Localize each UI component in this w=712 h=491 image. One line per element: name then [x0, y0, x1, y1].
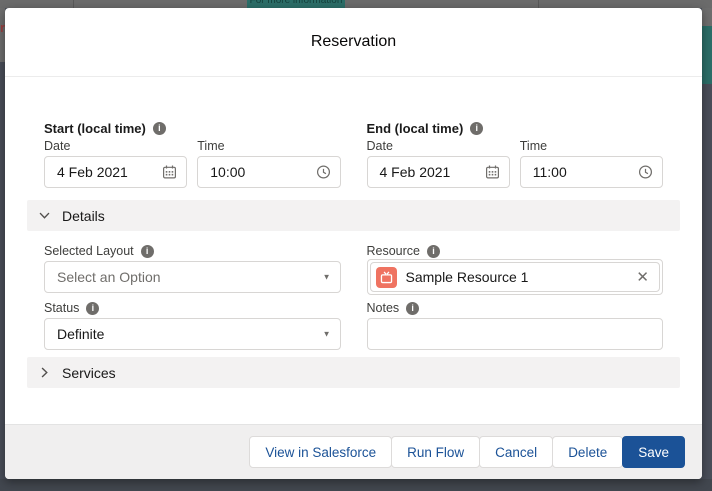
selected-layout-label-row: Selected Layout i [44, 244, 341, 258]
status-label-row: Status i [44, 301, 341, 315]
info-icon[interactable]: i [406, 302, 419, 315]
end-time-value: 11:00 [533, 164, 567, 180]
notes-input[interactable] [367, 318, 664, 350]
resource-label-row: Resource i [367, 244, 664, 258]
status-label: Status [44, 301, 79, 315]
backdrop-right-teal [702, 26, 712, 84]
end-date-value: 4 Feb 2021 [380, 164, 451, 180]
start-time-input[interactable]: 10:00 [197, 156, 340, 188]
modal-footer: View in Salesforce Run Flow Cancel Delet… [5, 424, 702, 479]
dropdown-arrow-icon: ▼ [323, 330, 331, 339]
end-time-input[interactable]: 11:00 [520, 156, 663, 188]
clock-icon[interactable] [638, 165, 653, 180]
details-section-toggle[interactable]: Details [27, 200, 680, 231]
services-section-label: Services [62, 365, 116, 381]
backdrop-divider [538, 0, 539, 8]
modal-header: Reservation [5, 8, 702, 77]
info-icon[interactable]: i [470, 122, 483, 135]
notes-label: Notes [367, 301, 400, 315]
backdrop-bottom-band [0, 479, 712, 491]
resource-field: Resource i Sample Resource 1 [367, 244, 664, 295]
resource-value: Sample Resource 1 [406, 269, 529, 285]
clear-icon[interactable]: ✕ [636, 270, 649, 285]
end-group-label: End (local time) [367, 121, 464, 136]
selected-layout-label: Selected Layout [44, 244, 134, 258]
backdrop-divider [73, 0, 74, 8]
end-group-label-row: End (local time) i [367, 121, 664, 136]
info-icon[interactable]: i [86, 302, 99, 315]
status-field: Status i Definite ▼ [44, 301, 341, 350]
start-group: Start (local time) i Date 4 Feb 2021 [44, 121, 341, 188]
start-time-label: Time [197, 139, 340, 153]
start-date-label: Date [44, 139, 187, 153]
start-date-value: 4 Feb 2021 [57, 164, 128, 180]
end-date-label: Date [367, 139, 510, 153]
status-select[interactable]: Definite ▼ [44, 318, 341, 350]
start-time-value: 10:00 [210, 164, 245, 180]
reservation-modal: Reservation Start (local time) i Date 4 … [5, 8, 702, 479]
background-info-button-label: For more information [247, 0, 345, 6]
selected-layout-value: Select an Option [57, 269, 161, 285]
backdrop-right-top [702, 8, 712, 26]
start-date-input[interactable]: 4 Feb 2021 [44, 156, 187, 188]
info-icon[interactable]: i [427, 245, 440, 258]
save-button[interactable]: Save [622, 436, 685, 468]
resource-tv-icon [376, 267, 397, 288]
info-icon[interactable]: i [153, 122, 166, 135]
status-value: Definite [57, 326, 104, 342]
services-section-toggle[interactable]: Services [27, 357, 680, 388]
details-section-label: Details [62, 208, 105, 224]
start-group-label-row: Start (local time) i [44, 121, 341, 136]
calendar-icon[interactable] [162, 165, 177, 180]
backdrop-top-band: For more information [0, 0, 712, 8]
chevron-right-icon [38, 366, 51, 379]
background-info-button: For more information [247, 0, 345, 8]
modal-title: Reservation [311, 33, 396, 51]
selected-layout-select[interactable]: Select an Option ▼ [44, 261, 341, 293]
delete-button[interactable]: Delete [552, 436, 623, 468]
cancel-button[interactable]: Cancel [479, 436, 553, 468]
selected-layout-field: Selected Layout i Select an Option ▼ [44, 244, 341, 295]
notes-label-row: Notes i [367, 301, 664, 315]
chevron-down-icon [38, 209, 51, 222]
notes-field: Notes i [367, 301, 664, 350]
dropdown-arrow-icon: ▼ [323, 273, 331, 282]
clock-icon[interactable] [316, 165, 331, 180]
start-group-label: Start (local time) [44, 121, 146, 136]
resource-lookup[interactable]: Sample Resource 1 ✕ [367, 259, 664, 295]
calendar-icon[interactable] [485, 165, 500, 180]
resource-label: Resource [367, 244, 421, 258]
info-icon[interactable]: i [141, 245, 154, 258]
view-in-salesforce-button[interactable]: View in Salesforce [249, 436, 392, 468]
end-time-label: Time [520, 139, 663, 153]
modal-body: Start (local time) i Date 4 Feb 2021 [5, 77, 702, 388]
end-date-input[interactable]: 4 Feb 2021 [367, 156, 510, 188]
end-group: End (local time) i Date 4 Feb 2021 [367, 121, 664, 188]
run-flow-button[interactable]: Run Flow [391, 436, 480, 468]
backdrop-right-strip [702, 8, 712, 479]
